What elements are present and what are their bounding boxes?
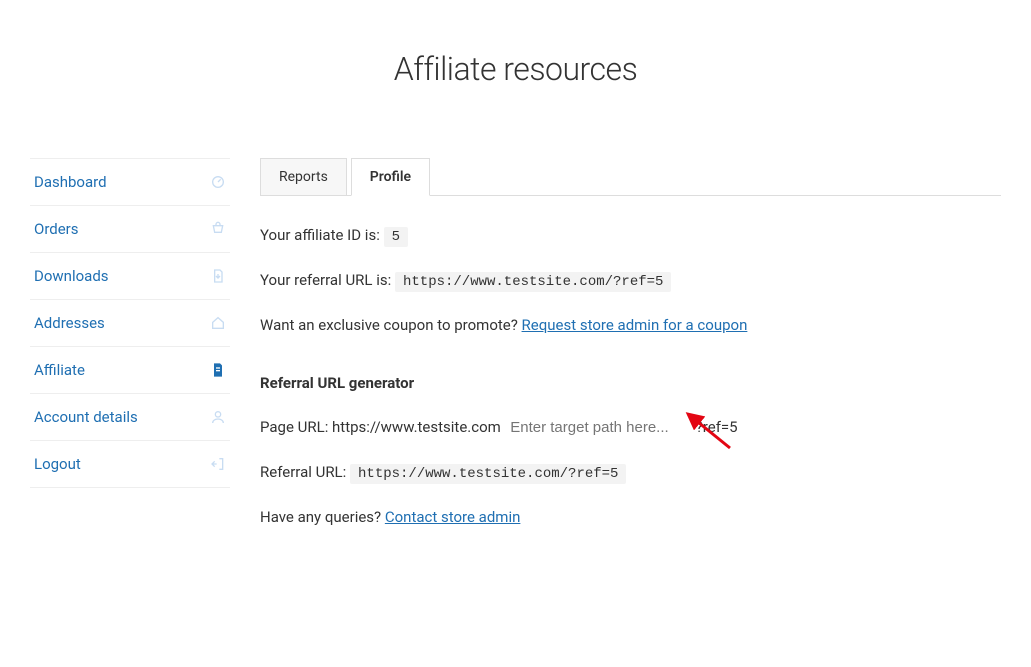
sidebar-item-label[interactable]: Downloads	[34, 267, 109, 285]
account-sidebar: Dashboard Orders Downloads Addresses	[30, 158, 230, 526]
page-url-row: Page URL: https://www.testsite.com ?ref=…	[260, 418, 1001, 437]
sidebar-item-label[interactable]: Orders	[34, 220, 79, 238]
affiliate-id-row: Your affiliate ID is: 5	[260, 226, 1001, 245]
sidebar-item-label[interactable]: Addresses	[34, 314, 105, 332]
sidebar-item-label[interactable]: Affiliate	[34, 361, 85, 379]
page-url-base: https://www.testsite.com	[332, 418, 501, 436]
page-title: Affiliate resources	[0, 50, 1031, 88]
sidebar-item-label[interactable]: Logout	[34, 455, 81, 473]
target-path-input[interactable]	[508, 418, 688, 437]
affiliate-id-label: Your affiliate ID is:	[260, 226, 380, 244]
sidebar-item-affiliate[interactable]: Affiliate	[30, 346, 230, 393]
logout-icon	[210, 456, 226, 472]
addresses-icon	[210, 315, 226, 331]
affiliate-icon	[210, 362, 226, 378]
ref-suffix: ?ref=5	[696, 418, 738, 436]
sidebar-item-dashboard[interactable]: Dashboard	[30, 158, 230, 205]
sidebar-item-logout[interactable]: Logout	[30, 440, 230, 488]
sidebar-item-label[interactable]: Dashboard	[34, 173, 107, 191]
gen-referral-row: Referral URL: https://www.testsite.com/?…	[260, 463, 1001, 482]
gen-referral-label: Referral URL:	[260, 463, 346, 481]
queries-row: Have any queries? Contact store admin	[260, 508, 1001, 526]
downloads-icon	[210, 268, 226, 284]
account-icon	[210, 409, 226, 425]
referral-url-value: https://www.testsite.com/?ref=5	[395, 272, 671, 292]
coupon-row: Want an exclusive coupon to promote? Req…	[260, 316, 1001, 334]
sidebar-item-addresses[interactable]: Addresses	[30, 299, 230, 346]
sidebar-item-downloads[interactable]: Downloads	[30, 252, 230, 299]
queries-prompt: Have any queries?	[260, 508, 385, 526]
dashboard-icon	[210, 174, 226, 190]
sidebar-item-label[interactable]: Account details	[34, 408, 138, 426]
page-url-label: Page URL:	[260, 418, 332, 436]
sidebar-item-account-details[interactable]: Account details	[30, 393, 230, 440]
tab-profile[interactable]: Profile	[351, 158, 430, 196]
coupon-prompt: Want an exclusive coupon to promote?	[260, 316, 522, 334]
request-coupon-link[interactable]: Request store admin for a coupon	[522, 316, 748, 334]
generator-heading: Referral URL generator	[260, 374, 1001, 392]
tab-reports[interactable]: Reports	[260, 158, 347, 196]
gen-referral-value: https://www.testsite.com/?ref=5	[350, 464, 626, 484]
referral-url-row: Your referral URL is: https://www.testsi…	[260, 271, 1001, 290]
affiliate-id-value: 5	[384, 227, 408, 247]
referral-url-label: Your referral URL is:	[260, 271, 391, 289]
tabs: Reports Profile	[260, 158, 1001, 196]
contact-admin-link[interactable]: Contact store admin	[385, 508, 521, 526]
orders-icon	[210, 221, 226, 237]
main-panel: Reports Profile Your affiliate ID is: 5 …	[230, 158, 1001, 526]
sidebar-item-orders[interactable]: Orders	[30, 205, 230, 252]
